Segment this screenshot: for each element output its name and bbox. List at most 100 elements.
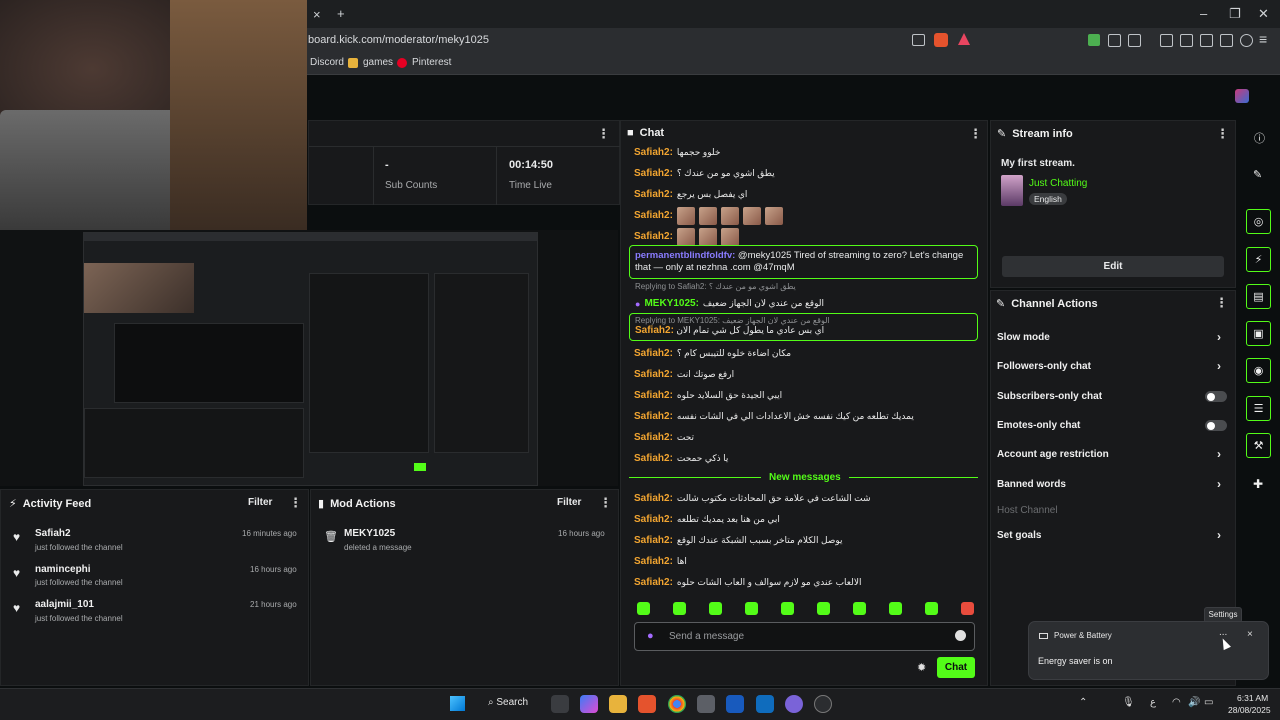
vpn-icon[interactable] — [1240, 34, 1253, 47]
chat-username[interactable]: Safiah2: — [634, 168, 673, 179]
profile-avatar[interactable] — [1235, 89, 1249, 103]
emote-button[interactable] — [817, 602, 830, 615]
chat-kebab-icon[interactable]: ⋮ — [969, 126, 982, 142]
chat-username[interactable]: Safiah2: — [634, 210, 673, 221]
activity-user[interactable]: aalajmii_101 — [35, 599, 94, 610]
raid-icon[interactable]: ☰ — [1246, 396, 1271, 421]
emote-button[interactable] — [925, 602, 938, 615]
word-icon[interactable] — [726, 695, 744, 713]
activity-user[interactable]: namincephi — [35, 564, 91, 575]
chevron-right-icon[interactable]: › — [1217, 447, 1221, 461]
chat-username[interactable]: Safiah2: — [634, 189, 673, 200]
power-battery-toast[interactable]: Power & Battery ... × Energy saver is on — [1028, 621, 1269, 680]
puzzle-icon[interactable] — [1108, 34, 1121, 47]
microphone-icon[interactable]: 🎙 — [1122, 697, 1135, 708]
chat-username[interactable]: permanentblindfoldfv: — [635, 250, 735, 261]
add-widget-icon[interactable]: ✚ — [1253, 477, 1263, 491]
emote-button[interactable] — [781, 602, 794, 615]
leo-ai-icon[interactable] — [1220, 34, 1233, 47]
chat-username[interactable]: Safiah2: — [634, 411, 673, 422]
chat-username[interactable]: Safiah2: — [634, 577, 673, 588]
mic-icon[interactable]: ● — [647, 630, 654, 642]
subscribers-only-toggle[interactable] — [1205, 391, 1227, 402]
bookmark-discord[interactable]: Discord — [310, 57, 344, 68]
category-name[interactable]: Just Chatting — [1029, 178, 1087, 189]
pencil-icon[interactable]: ✎ — [1253, 168, 1262, 181]
mod-action-user[interactable]: MEKY1025 — [344, 528, 395, 539]
chevron-right-icon[interactable]: › — [1217, 528, 1221, 542]
new-tab-button[interactable]: + — [337, 6, 345, 21]
stats-kebab-icon[interactable]: ⋮ — [597, 126, 610, 142]
edit-stream-button[interactable]: Edit — [1002, 256, 1224, 277]
menu-icon[interactable]: ≡ — [1259, 31, 1267, 47]
broadcast-icon[interactable]: ◉ — [1246, 358, 1271, 383]
windows-start-icon[interactable] — [450, 696, 465, 711]
screenshot-icon[interactable] — [1128, 34, 1141, 47]
lightning-icon[interactable]: ⚡ — [1246, 247, 1271, 272]
send-chat-button[interactable]: Chat — [937, 657, 975, 678]
activity-filter-button[interactable]: Filter — [248, 497, 272, 508]
emote-button[interactable] — [637, 602, 650, 615]
chat-username[interactable]: Safiah2: — [634, 514, 673, 525]
slow-mode-item[interactable]: Slow mode — [997, 332, 1050, 343]
chat-input[interactable]: ● Send a message — [634, 622, 975, 651]
chat-username[interactable]: Safiah2: — [634, 493, 673, 504]
tools-icon[interactable]: ⚒ — [1246, 433, 1271, 458]
volume-icon[interactable]: 🔊 — [1188, 697, 1200, 708]
share-icon[interactable] — [912, 34, 925, 46]
clip-icon[interactable]: ◎ — [1246, 209, 1271, 234]
store-icon[interactable] — [697, 695, 715, 713]
mod-kebab-icon[interactable]: ⋮ — [599, 495, 612, 511]
chat-username[interactable]: Safiah2: — [634, 369, 673, 380]
close-tab-button[interactable]: × — [313, 7, 321, 22]
chat-username[interactable]: Safiah2: — [634, 535, 673, 546]
file-explorer-icon[interactable] — [609, 695, 627, 713]
emote-button[interactable] — [673, 602, 686, 615]
mod-filter-button[interactable]: Filter — [557, 497, 581, 508]
clock-time[interactable]: 6:31 AM — [1237, 693, 1268, 703]
chat-username[interactable]: Safiah2: — [634, 432, 673, 443]
chevron-right-icon[interactable]: › — [1217, 359, 1221, 373]
battery-icon[interactable]: ▭ — [1204, 697, 1213, 708]
chat-username[interactable]: Safiah2: — [634, 147, 673, 158]
chat-username[interactable]: Safiah2: — [634, 556, 673, 567]
copilot-icon[interactable] — [580, 695, 598, 713]
chat-username[interactable]: Safiah2: — [634, 390, 673, 401]
wallet-icon[interactable] — [1200, 34, 1213, 47]
set-goals-item[interactable]: Set goals — [997, 530, 1041, 541]
stream-info-kebab-icon[interactable]: ⋮ — [1216, 126, 1229, 142]
sidebar-icon[interactable] — [1180, 34, 1193, 47]
emote-button[interactable] — [961, 602, 974, 615]
emotes-only-toggle[interactable] — [1205, 420, 1227, 431]
host-channel-item[interactable]: Host Channel — [997, 505, 1058, 516]
emote-button[interactable] — [709, 602, 722, 615]
chrome-icon[interactable] — [668, 695, 686, 713]
minimize-icon[interactable]: – — [1200, 6, 1207, 21]
chat-settings-icon[interactable]: ✹ — [917, 661, 926, 674]
music-icon[interactable] — [1160, 34, 1173, 47]
input-language[interactable]: ع — [1150, 697, 1156, 708]
chevron-up-icon[interactable]: ⌃ — [1079, 697, 1087, 708]
emote-button[interactable] — [853, 602, 866, 615]
info-icon[interactable]: ⓘ — [1254, 130, 1265, 146]
followers-only-item[interactable]: Followers-only chat — [997, 361, 1091, 372]
brave-shield-icon[interactable] — [934, 33, 948, 47]
close-window-icon[interactable]: ✕ — [1258, 6, 1269, 22]
channel-actions-kebab-icon[interactable]: ⋮ — [1215, 295, 1228, 311]
bookmark-games[interactable]: games — [348, 57, 393, 68]
banned-words-item[interactable]: Banned words — [997, 479, 1066, 490]
obs-icon[interactable] — [814, 695, 832, 713]
activity-user[interactable]: Safiah2 — [35, 528, 71, 539]
chat-icon[interactable]: ▣ — [1246, 321, 1271, 346]
brave-rewards-icon[interactable] — [958, 33, 970, 45]
taskbar-search[interactable]: ⌕ Search — [488, 697, 528, 708]
toast-close-icon[interactable]: × — [1247, 629, 1253, 640]
chevron-right-icon[interactable]: › — [1217, 330, 1221, 344]
document-icon[interactable]: ▤ — [1246, 284, 1271, 309]
new-messages-label[interactable]: New messages — [761, 472, 849, 483]
emote-button[interactable] — [745, 602, 758, 615]
chat-username[interactable]: Safiah2: — [635, 325, 674, 336]
url-field[interactable]: board.kick.com/moderator/meky1025 — [308, 34, 489, 46]
activity-kebab-icon[interactable]: ⋮ — [289, 495, 302, 511]
discord-icon[interactable] — [785, 695, 803, 713]
